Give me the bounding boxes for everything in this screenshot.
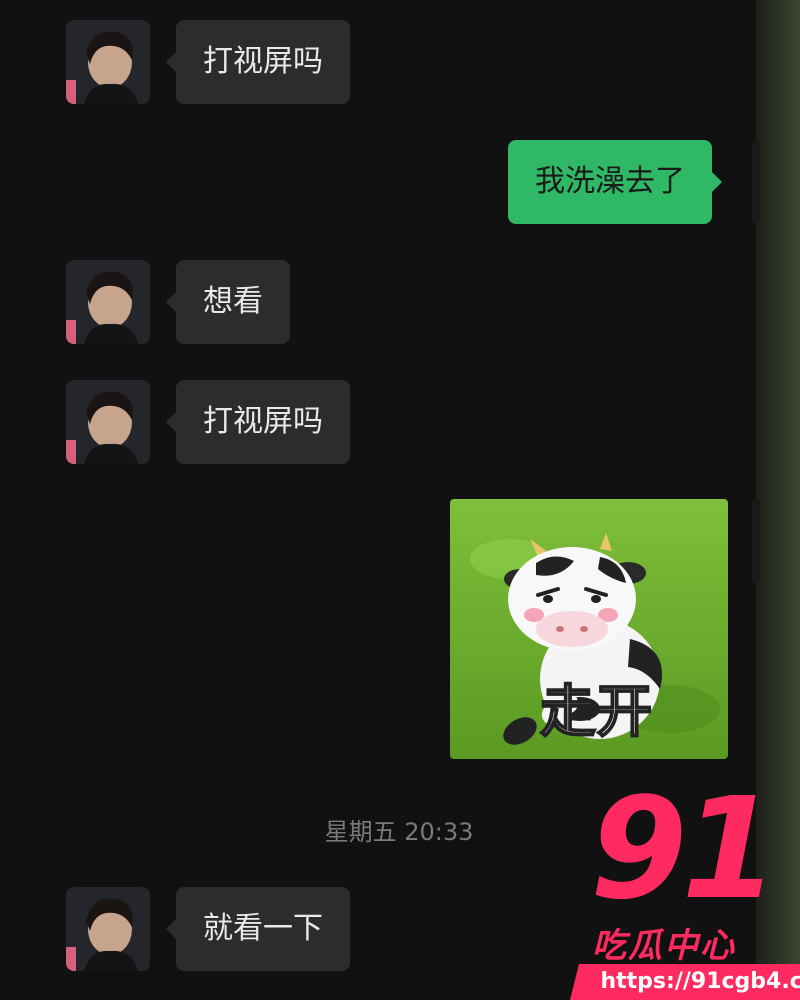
watermark: 91 吃瓜中心 https://91cgb4.com: [570, 780, 800, 1000]
person-avatar-icon: [66, 20, 150, 104]
side-edge-tab: [752, 499, 760, 583]
message-bubble-outgoing[interactable]: 我洗澡去了: [508, 140, 722, 224]
message-row: 打视屏吗: [42, 20, 756, 104]
message-bubble-incoming[interactable]: 想看: [166, 260, 290, 344]
message-row: 我洗澡去了: [42, 140, 756, 224]
contact-avatar[interactable]: [66, 380, 150, 464]
message-row: 想看: [42, 260, 756, 344]
person-avatar-icon: [66, 260, 150, 344]
watermark-name: 吃瓜中心: [592, 926, 736, 966]
sticker-message[interactable]: 走开: [450, 499, 728, 759]
contact-avatar[interactable]: [66, 20, 150, 104]
left-margin: [0, 0, 42, 1000]
watermark-url-band: https://91cgb4.com: [570, 964, 800, 1000]
person-avatar-icon: [66, 380, 150, 464]
contact-avatar[interactable]: [66, 887, 150, 971]
watermark-number: 91: [590, 768, 779, 931]
watermark-url: https://91cgb4.com: [600, 969, 800, 994]
message-bubble-incoming[interactable]: 打视屏吗: [166, 380, 350, 464]
side-edge-tab: [752, 140, 760, 224]
sticker-caption: 走开: [539, 679, 653, 746]
message-row: 打视屏吗: [42, 380, 756, 464]
message-bubble-incoming[interactable]: 就看一下: [166, 887, 350, 971]
contact-avatar[interactable]: [66, 260, 150, 344]
person-avatar-icon: [66, 887, 150, 971]
message-bubble-incoming[interactable]: 打视屏吗: [166, 20, 350, 104]
